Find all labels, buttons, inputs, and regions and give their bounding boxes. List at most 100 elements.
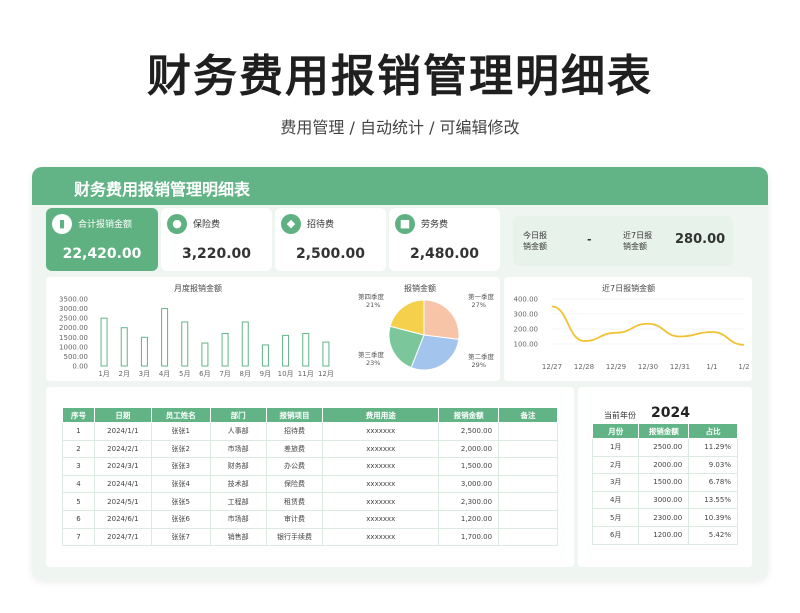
table-cell[interactable]: 13.55%: [688, 490, 738, 510]
table-cell[interactable]: 3: [62, 457, 95, 476]
table-cell[interactable]: 3000.00: [638, 490, 690, 510]
table-row[interactable]: 7 2024/7/1 张张7 销售部 银行手续费 xxxxxxx 1,700.00: [62, 527, 558, 547]
table-cell[interactable]: 4月: [591, 490, 640, 510]
column-header[interactable]: 月份: [591, 423, 640, 439]
table-cell[interactable]: [498, 527, 558, 547]
table-cell[interactable]: xxxxxxx: [322, 492, 440, 511]
table-cell[interactable]: 张张4: [150, 474, 211, 494]
table-cell[interactable]: 2024/6/1: [93, 509, 152, 529]
table-cell[interactable]: 2000.00: [638, 455, 690, 475]
kpi-labor[interactable]: ■ 劳务费 2,480.00: [389, 208, 500, 271]
table-cell[interactable]: 3,000.00: [438, 474, 500, 494]
table-cell[interactable]: xxxxxxx: [322, 474, 440, 494]
table-row[interactable]: 3 2024/3/1 张张3 财务部 办公费 xxxxxxx 1,500.00: [62, 457, 558, 476]
table-cell[interactable]: xxxxxxx: [322, 457, 440, 476]
column-header[interactable]: 员工姓名: [150, 407, 211, 423]
table-cell[interactable]: 2,500.00: [438, 422, 500, 441]
table-cell[interactable]: [498, 439, 558, 459]
table-cell[interactable]: 4: [62, 474, 95, 494]
table-cell[interactable]: 1,700.00: [438, 527, 500, 547]
year-value[interactable]: 2024: [651, 405, 690, 421]
table-cell[interactable]: 张张5: [150, 492, 211, 511]
table-cell[interactable]: 张张7: [150, 527, 211, 547]
column-header[interactable]: 部门: [209, 407, 267, 423]
table-row[interactable]: 6 2024/6/1 张张6 市场部 审计费 xxxxxxx 1,200.00: [62, 509, 558, 529]
table-cell[interactable]: 2024/1/1: [93, 422, 152, 441]
table-row[interactable]: 4月 3000.00 13.55%: [591, 490, 738, 510]
table-cell[interactable]: 银行手续费: [265, 527, 324, 547]
column-header[interactable]: 序号: [62, 407, 95, 423]
table-cell[interactable]: 3月: [591, 473, 640, 492]
table-cell[interactable]: 6月: [591, 525, 640, 545]
table-cell[interactable]: 张张6: [150, 509, 211, 529]
table-row[interactable]: 6月 1200.00 5.42%: [591, 525, 738, 545]
table-cell[interactable]: 2300.00: [638, 508, 690, 527]
table-cell[interactable]: 5月: [591, 508, 640, 527]
table-cell[interactable]: 技术部: [209, 474, 267, 494]
table-row[interactable]: 2月 2000.00 9.03%: [591, 455, 738, 475]
table-cell[interactable]: 2500.00: [638, 438, 690, 457]
table-cell[interactable]: 2,300.00: [438, 492, 500, 511]
table-row[interactable]: 4 2024/4/1 张张4 技术部 保险费 xxxxxxx 3,000.00: [62, 474, 558, 494]
table-cell[interactable]: 租赁费: [265, 492, 324, 511]
kpi-insurance[interactable]: ● 保险费 3,220.00: [161, 208, 272, 271]
table-cell[interactable]: 张张2: [150, 439, 211, 459]
column-header[interactable]: 日期: [93, 407, 152, 423]
table-cell[interactable]: 6.78%: [688, 473, 738, 492]
table-cell[interactable]: 张张1: [150, 422, 211, 441]
table-cell[interactable]: 11.29%: [688, 438, 738, 457]
table-cell[interactable]: 5: [62, 492, 95, 511]
table-cell[interactable]: 10.39%: [688, 508, 738, 527]
table-cell[interactable]: 1月: [591, 438, 640, 457]
table-cell[interactable]: 9.03%: [688, 455, 738, 475]
table-row[interactable]: 2 2024/2/1 张张2 市场部 差旅费 xxxxxxx 2,000.00: [62, 439, 558, 459]
column-header[interactable]: 费用用途: [322, 407, 440, 423]
table-cell[interactable]: [498, 509, 558, 529]
table-cell[interactable]: 6: [62, 509, 95, 529]
table-row[interactable]: 1 2024/1/1 张张1 人事部 招待费 xxxxxxx 2,500.00: [62, 422, 558, 441]
table-cell[interactable]: 张张3: [150, 457, 211, 476]
table-cell[interactable]: 2,000.00: [438, 439, 500, 459]
table-cell[interactable]: xxxxxxx: [322, 509, 440, 529]
table-cell[interactable]: 2024/2/1: [93, 439, 152, 459]
table-row[interactable]: 1月 2500.00 11.29%: [591, 438, 738, 457]
table-row[interactable]: 5月 2300.00 10.39%: [591, 508, 738, 527]
table-cell[interactable]: 差旅费: [265, 439, 324, 459]
column-header[interactable]: 报销金额: [438, 407, 500, 423]
table-cell[interactable]: xxxxxxx: [322, 527, 440, 547]
table-row[interactable]: 3月 1500.00 6.78%: [591, 473, 738, 492]
table-cell[interactable]: 市场部: [209, 439, 267, 459]
table-cell[interactable]: xxxxxxx: [322, 439, 440, 459]
column-header[interactable]: 占比: [688, 423, 738, 439]
table-cell[interactable]: 2024/3/1: [93, 457, 152, 476]
column-header[interactable]: 备注: [498, 407, 558, 423]
table-cell[interactable]: 2: [62, 439, 95, 459]
table-cell[interactable]: 1,200.00: [438, 509, 500, 529]
table-cell[interactable]: 2024/5/1: [93, 492, 152, 511]
table-cell[interactable]: 工程部: [209, 492, 267, 511]
table-cell[interactable]: 5.42%: [688, 525, 738, 545]
table-cell[interactable]: 人事部: [209, 422, 267, 441]
table-cell[interactable]: 2月: [591, 455, 640, 475]
table-cell[interactable]: [498, 457, 558, 476]
table-cell[interactable]: 1200.00: [638, 525, 690, 545]
table-cell[interactable]: [498, 474, 558, 494]
table-cell[interactable]: 财务部: [209, 457, 267, 476]
table-cell[interactable]: 1500.00: [638, 473, 690, 492]
table-cell[interactable]: 2024/7/1: [93, 527, 152, 547]
table-cell[interactable]: 审计费: [265, 509, 324, 529]
table-cell[interactable]: [498, 492, 558, 511]
table-cell[interactable]: 保险费: [265, 474, 324, 494]
table-cell[interactable]: 1: [62, 422, 95, 441]
kpi-total[interactable]: ▮ 合计报销金额 22,420.00: [46, 208, 158, 271]
table-cell[interactable]: 办公费: [265, 457, 324, 476]
table-cell[interactable]: xxxxxxx: [322, 422, 440, 441]
column-header[interactable]: 报销项目: [265, 407, 324, 423]
table-cell[interactable]: [498, 422, 558, 441]
table-cell[interactable]: 招待费: [265, 422, 324, 441]
table-cell[interactable]: 销售部: [209, 527, 267, 547]
table-cell[interactable]: 7: [62, 527, 95, 547]
table-cell[interactable]: 市场部: [209, 509, 267, 529]
kpi-hospitality[interactable]: ◆ 招待费 2,500.00: [275, 208, 386, 271]
table-row[interactable]: 5 2024/5/1 张张5 工程部 租赁费 xxxxxxx 2,300.00: [62, 492, 558, 511]
